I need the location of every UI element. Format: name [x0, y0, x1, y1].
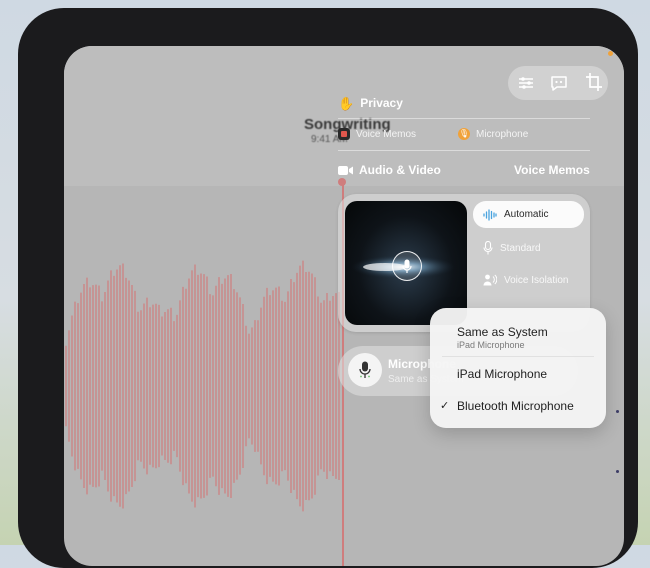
- mic-mode-automatic[interactable]: Automatic: [473, 201, 584, 228]
- ipad-device: Songwriting 9:41 AM ✋ Privacy Voice Memo…: [18, 8, 638, 568]
- bezel-sensor: [616, 410, 619, 413]
- menu-item-label: iPad Microphone: [457, 367, 548, 381]
- microphone-indicator-icon: 🎙: [458, 128, 470, 140]
- crop-button[interactable]: [582, 67, 606, 97]
- waveform-icon: [483, 208, 497, 221]
- privacy-header: ✋ Privacy: [338, 96, 403, 110]
- bezel-sensor: [616, 470, 619, 473]
- menu-item-same-as-system[interactable]: Same as System iPad Microphone: [430, 308, 606, 352]
- audio-video-app-label: Voice Memos: [514, 163, 590, 177]
- microphone-button[interactable]: [348, 353, 382, 387]
- menu-item-label: Bluetooth Microphone: [457, 399, 574, 413]
- microphone-icon: [483, 241, 493, 255]
- audio-waveform: [65, 260, 340, 512]
- divider: [338, 150, 590, 151]
- microphone-icon: [402, 259, 412, 273]
- camera-indicator-dot: [608, 51, 613, 56]
- voice-memos-label: Voice Memos: [356, 128, 417, 140]
- video-preview: [345, 201, 467, 325]
- mic-mode-list: Automatic Standard Voice Isolation: [473, 201, 584, 296]
- preview-mic-badge: [392, 251, 422, 281]
- privacy-app-microphone[interactable]: 🎙 Microphone: [458, 128, 528, 140]
- microphone-menu: Same as System iPad Microphone iPad Micr…: [430, 308, 606, 428]
- divider: [338, 118, 590, 119]
- microphone-icon: [359, 361, 371, 378]
- menu-item-label: Same as System: [457, 325, 548, 339]
- transcript-button[interactable]: [545, 69, 573, 97]
- privacy-label: Privacy: [360, 96, 403, 110]
- crop-icon: [586, 73, 602, 91]
- transcript-icon: [551, 75, 567, 91]
- ipad-screen: Songwriting 9:41 AM ✋ Privacy Voice Memo…: [64, 46, 624, 566]
- sliders-button[interactable]: [512, 69, 540, 97]
- mic-mode-voice-isolation[interactable]: Voice Isolation: [473, 264, 584, 296]
- voice-memos-app-icon: [338, 128, 350, 140]
- menu-item-ipad-microphone[interactable]: iPad Microphone: [430, 357, 606, 389]
- hand-icon: ✋: [338, 95, 355, 111]
- privacy-app-voice-memos[interactable]: Voice Memos: [338, 128, 416, 140]
- mic-mode-label: Voice Isolation: [504, 274, 569, 286]
- person-wave-icon: [483, 274, 497, 286]
- mic-mode-standard[interactable]: Standard: [473, 232, 584, 264]
- audio-video-label: Audio & Video: [359, 163, 441, 177]
- microphone-indicator-label: Microphone: [476, 128, 529, 140]
- video-camera-icon: [338, 165, 353, 175]
- audio-video-header: Audio & Video: [338, 163, 441, 177]
- checkmark-icon: ✓: [440, 400, 450, 412]
- menu-item-sublabel: iPad Microphone: [457, 340, 525, 350]
- mic-mode-label: Standard: [500, 242, 541, 254]
- sliders-icon: [519, 77, 533, 89]
- mic-mode-label: Automatic: [504, 209, 549, 220]
- playhead-handle[interactable]: [338, 178, 346, 186]
- menu-item-bluetooth-microphone[interactable]: ✓ Bluetooth Microphone: [430, 389, 606, 425]
